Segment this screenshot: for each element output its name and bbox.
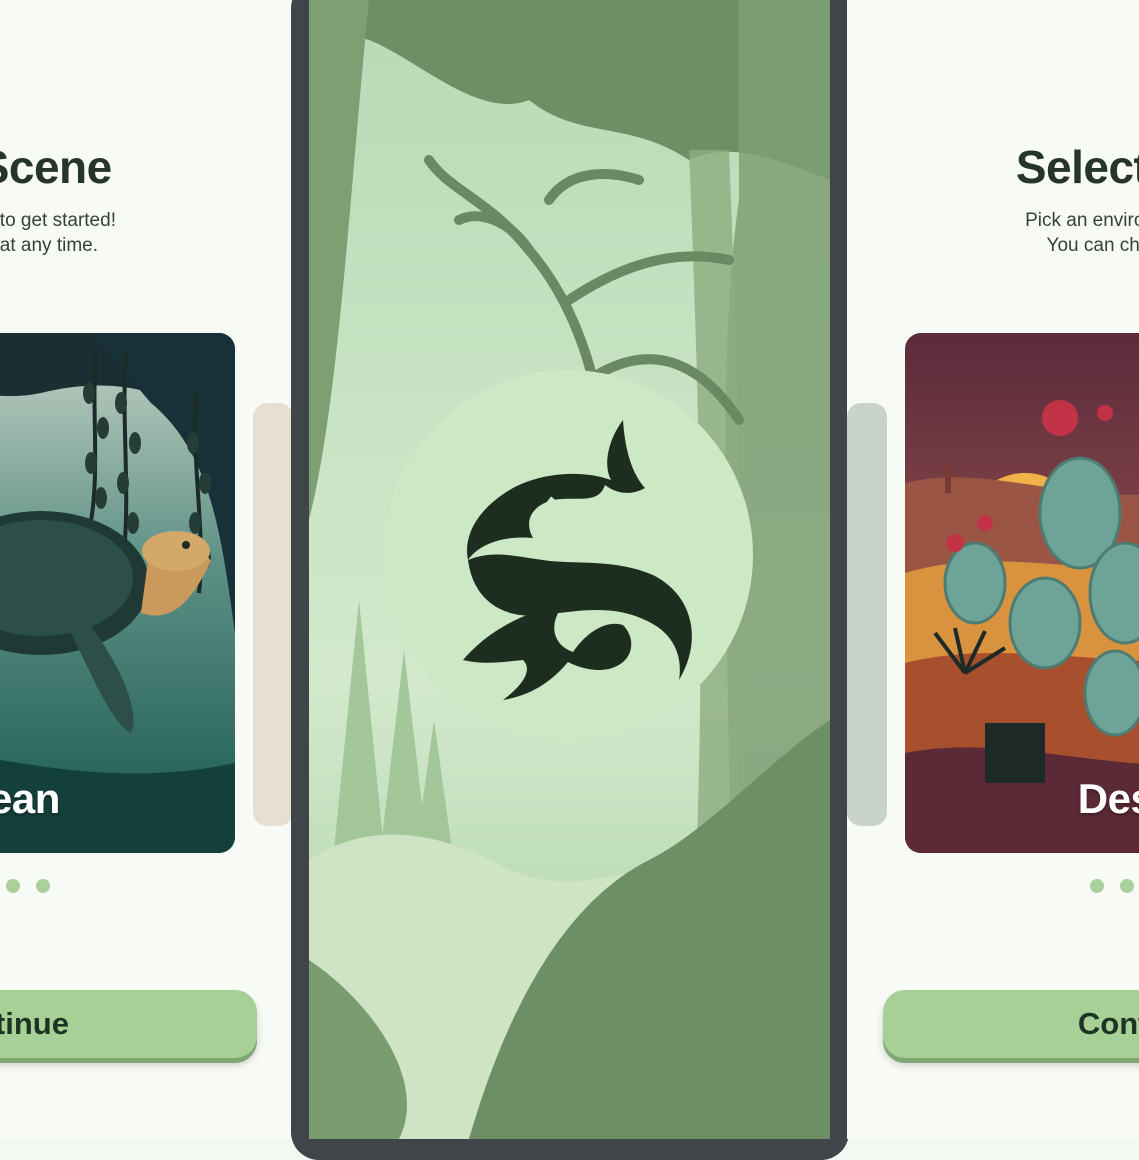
page-dot[interactable] (1089, 879, 1104, 893)
previous-card-peek[interactable] (847, 403, 887, 826)
next-card-peek[interactable] (253, 403, 293, 826)
subtitle-line-1: Pick an environment the (1025, 210, 1139, 231)
animals-s-logo-icon (463, 420, 692, 700)
page-subtitle: ent theme to get started! nge this at an… (0, 208, 293, 258)
scene-card-ocean[interactable]: cean (0, 333, 235, 853)
subtitle-line-1: ent theme to get started! (0, 210, 116, 231)
scene-card-desert[interactable]: Dese (905, 333, 1139, 853)
continue-button[interactable]: Contin (883, 990, 1139, 1058)
subtitle-line-2: nge this at any time. (0, 235, 99, 256)
page-dot[interactable] (36, 879, 51, 893)
continue-button[interactable]: ontinue (0, 990, 257, 1058)
page-subtitle: Pick an environment the You can change t… (847, 208, 1139, 258)
page-indicator (0, 879, 293, 898)
left-scene-select-screen: t a Scene ent theme to get started! nge … (0, 0, 293, 1139)
splash-screen (309, 0, 830, 1139)
page-title: t a Scene (0, 141, 112, 193)
card-label: cean (0, 775, 60, 822)
logo-badge (383, 370, 753, 740)
page-dot[interactable] (1120, 879, 1134, 893)
page-indicator (847, 879, 1139, 898)
page-title: Select a S (1015, 141, 1139, 193)
right-scene-select-screen: Select a S Pick an environment the You c… (847, 0, 1139, 1139)
subtitle-line-2: You can change thi (1046, 235, 1139, 256)
page-dot[interactable] (6, 879, 20, 893)
card-label: Dese (1077, 775, 1139, 822)
